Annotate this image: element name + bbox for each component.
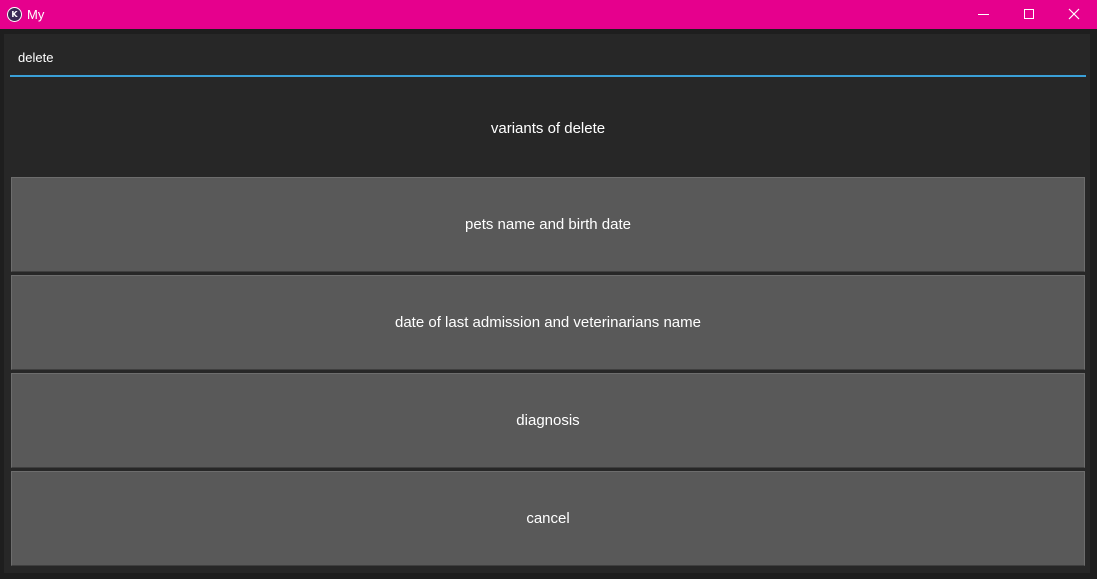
cancel-button[interactable]: cancel	[11, 471, 1085, 566]
app-icon: K	[7, 7, 22, 22]
close-icon	[1068, 8, 1080, 20]
last-admission-veterinarian-button[interactable]: date of last admission and veterinarians…	[11, 275, 1085, 370]
pets-name-birth-date-button[interactable]: pets name and birth date	[11, 177, 1085, 272]
minimize-icon	[978, 14, 989, 15]
app-window: K My variants of delete pets name and bi…	[0, 0, 1097, 579]
main-content: variants of delete pets name and birth d…	[4, 34, 1090, 573]
window-title: My	[27, 7, 45, 22]
title-bar[interactable]: K My	[0, 0, 1097, 29]
maximize-icon	[1024, 9, 1034, 19]
maximize-button[interactable]	[1006, 0, 1052, 29]
variants-heading: variants of delete	[490, 119, 606, 137]
close-button[interactable]	[1051, 0, 1097, 29]
diagnosis-button[interactable]: diagnosis	[11, 373, 1085, 468]
minimize-button[interactable]	[961, 0, 1007, 29]
search-field	[10, 41, 1086, 77]
search-input[interactable]	[10, 41, 1086, 74]
